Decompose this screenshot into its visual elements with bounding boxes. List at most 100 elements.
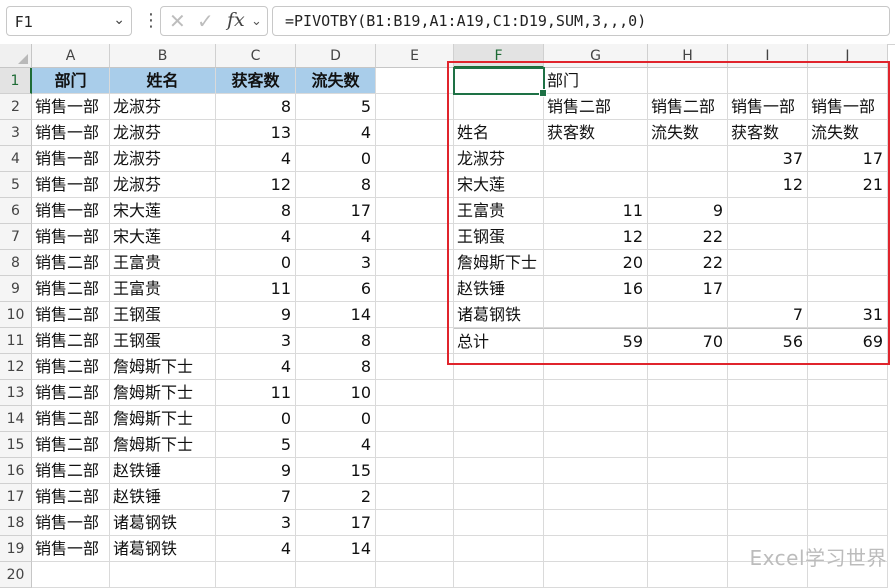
pivot-label-cell[interactable]: [808, 68, 888, 94]
table-cell-text[interactable]: 销售一部: [32, 536, 110, 562]
pivot-value-cell[interactable]: [648, 172, 728, 198]
table-cell-text[interactable]: 销售二部: [32, 406, 110, 432]
table-cell-number[interactable]: 3: [216, 510, 296, 536]
pivot-value-cell[interactable]: 12: [728, 172, 808, 198]
column-header-h[interactable]: H: [648, 44, 728, 68]
pivot-value-cell[interactable]: [544, 172, 648, 198]
row-header-5[interactable]: 5: [0, 172, 32, 198]
row-header-12[interactable]: 12: [0, 354, 32, 380]
table-cell-number[interactable]: 5: [216, 432, 296, 458]
grid-cell[interactable]: [808, 432, 888, 458]
table-cell-text[interactable]: 詹姆斯下士: [110, 432, 216, 458]
grid-cell[interactable]: [454, 562, 544, 588]
table-cell-text[interactable]: 销售二部: [32, 380, 110, 406]
table-cell-text[interactable]: 王钢蛋: [110, 302, 216, 328]
table-cell-text[interactable]: 销售二部: [32, 276, 110, 302]
name-box[interactable]: F1 ⌄: [6, 6, 132, 36]
grid-cell[interactable]: [808, 354, 888, 380]
pivot-value-cell[interactable]: [808, 198, 888, 224]
table-cell-number[interactable]: 4: [216, 146, 296, 172]
grid-cell[interactable]: [728, 406, 808, 432]
grid-cell[interactable]: [376, 406, 454, 432]
pivot-value-cell[interactable]: 22: [648, 250, 728, 276]
pivot-value-cell[interactable]: 22: [648, 224, 728, 250]
table-cell-number[interactable]: 6: [296, 276, 376, 302]
table-cell-number[interactable]: 15: [296, 458, 376, 484]
row-header-19[interactable]: 19: [0, 536, 32, 562]
table-cell-number[interactable]: 5: [296, 94, 376, 120]
x-icon[interactable]: ✕: [169, 9, 186, 33]
row-header-20[interactable]: 20: [0, 562, 32, 588]
grid-cell[interactable]: [544, 458, 648, 484]
pivot-label-cell[interactable]: 王钢蛋: [454, 224, 544, 250]
grid-cell[interactable]: [544, 354, 648, 380]
row-header-15[interactable]: 15: [0, 432, 32, 458]
grid-cell[interactable]: [376, 432, 454, 458]
row-header-7[interactable]: 7: [0, 224, 32, 250]
row-header-6[interactable]: 6: [0, 198, 32, 224]
pivot-label-cell[interactable]: 销售一部: [808, 94, 888, 120]
row-header-14[interactable]: 14: [0, 406, 32, 432]
pivot-label-cell[interactable]: 销售一部: [728, 94, 808, 120]
grid-cell[interactable]: [376, 172, 454, 198]
row-header-13[interactable]: 13: [0, 380, 32, 406]
table-cell-text[interactable]: 销售一部: [32, 510, 110, 536]
table-cell-number[interactable]: 3: [296, 250, 376, 276]
table-cell-number[interactable]: 8: [216, 94, 296, 120]
table-cell-number[interactable]: 0: [216, 406, 296, 432]
column-header-a[interactable]: A: [32, 44, 110, 68]
row-header-9[interactable]: 9: [0, 276, 32, 302]
grid-cell[interactable]: [376, 224, 454, 250]
table-cell-text[interactable]: 销售一部: [32, 224, 110, 250]
grid-cell[interactable]: [376, 354, 454, 380]
grid-cell[interactable]: [544, 484, 648, 510]
pivot-value-cell[interactable]: 7: [728, 302, 808, 328]
grid-cell[interactable]: [728, 354, 808, 380]
grid-cell[interactable]: [454, 510, 544, 536]
grid-cell[interactable]: [454, 354, 544, 380]
table-header-cell[interactable]: 部门: [32, 68, 110, 94]
column-header-d[interactable]: D: [296, 44, 376, 68]
pivot-value-cell[interactable]: 9: [648, 198, 728, 224]
column-header-e[interactable]: E: [376, 44, 454, 68]
column-header-i[interactable]: I: [728, 44, 808, 68]
grid-cell[interactable]: [728, 510, 808, 536]
table-cell-number[interactable]: 14: [296, 302, 376, 328]
table-cell-text[interactable]: 销售二部: [32, 432, 110, 458]
grid-cell[interactable]: [454, 406, 544, 432]
pivot-value-cell[interactable]: [808, 276, 888, 302]
grid-cell[interactable]: [216, 562, 296, 588]
grid-cell[interactable]: [454, 484, 544, 510]
pivot-value-cell[interactable]: 69: [808, 328, 888, 354]
grid-cell[interactable]: [454, 536, 544, 562]
row-header-16[interactable]: 16: [0, 458, 32, 484]
grid-cell[interactable]: [544, 510, 648, 536]
pivot-label-cell[interactable]: [728, 68, 808, 94]
table-cell-number[interactable]: 4: [296, 432, 376, 458]
column-header-b[interactable]: B: [110, 44, 216, 68]
pivot-label-cell[interactable]: 宋大莲: [454, 172, 544, 198]
row-header-2[interactable]: 2: [0, 94, 32, 120]
grid-cell[interactable]: [376, 536, 454, 562]
pivot-label-cell[interactable]: 部门: [544, 68, 648, 94]
grid-cell[interactable]: [376, 68, 454, 94]
table-cell-number[interactable]: 13: [216, 120, 296, 146]
pivot-value-cell[interactable]: 16: [544, 276, 648, 302]
pivot-label-cell[interactable]: 赵铁锤: [454, 276, 544, 302]
table-cell-text[interactable]: 詹姆斯下士: [110, 354, 216, 380]
grid-cell[interactable]: [376, 146, 454, 172]
column-header-j[interactable]: J: [808, 44, 888, 68]
pivot-value-cell[interactable]: [728, 250, 808, 276]
grid-cell[interactable]: [648, 406, 728, 432]
table-cell-number[interactable]: 4: [296, 224, 376, 250]
table-cell-number[interactable]: 8: [296, 172, 376, 198]
pivot-value-cell[interactable]: [648, 302, 728, 328]
grid-cell[interactable]: [648, 458, 728, 484]
table-cell-number[interactable]: 12: [216, 172, 296, 198]
grid-cell[interactable]: [648, 536, 728, 562]
grid-cell[interactable]: [728, 484, 808, 510]
row-header-11[interactable]: 11: [0, 328, 32, 354]
grid-cell[interactable]: [376, 510, 454, 536]
pivot-label-cell[interactable]: 诸葛钢铁: [454, 302, 544, 328]
table-cell-text[interactable]: 销售二部: [32, 328, 110, 354]
